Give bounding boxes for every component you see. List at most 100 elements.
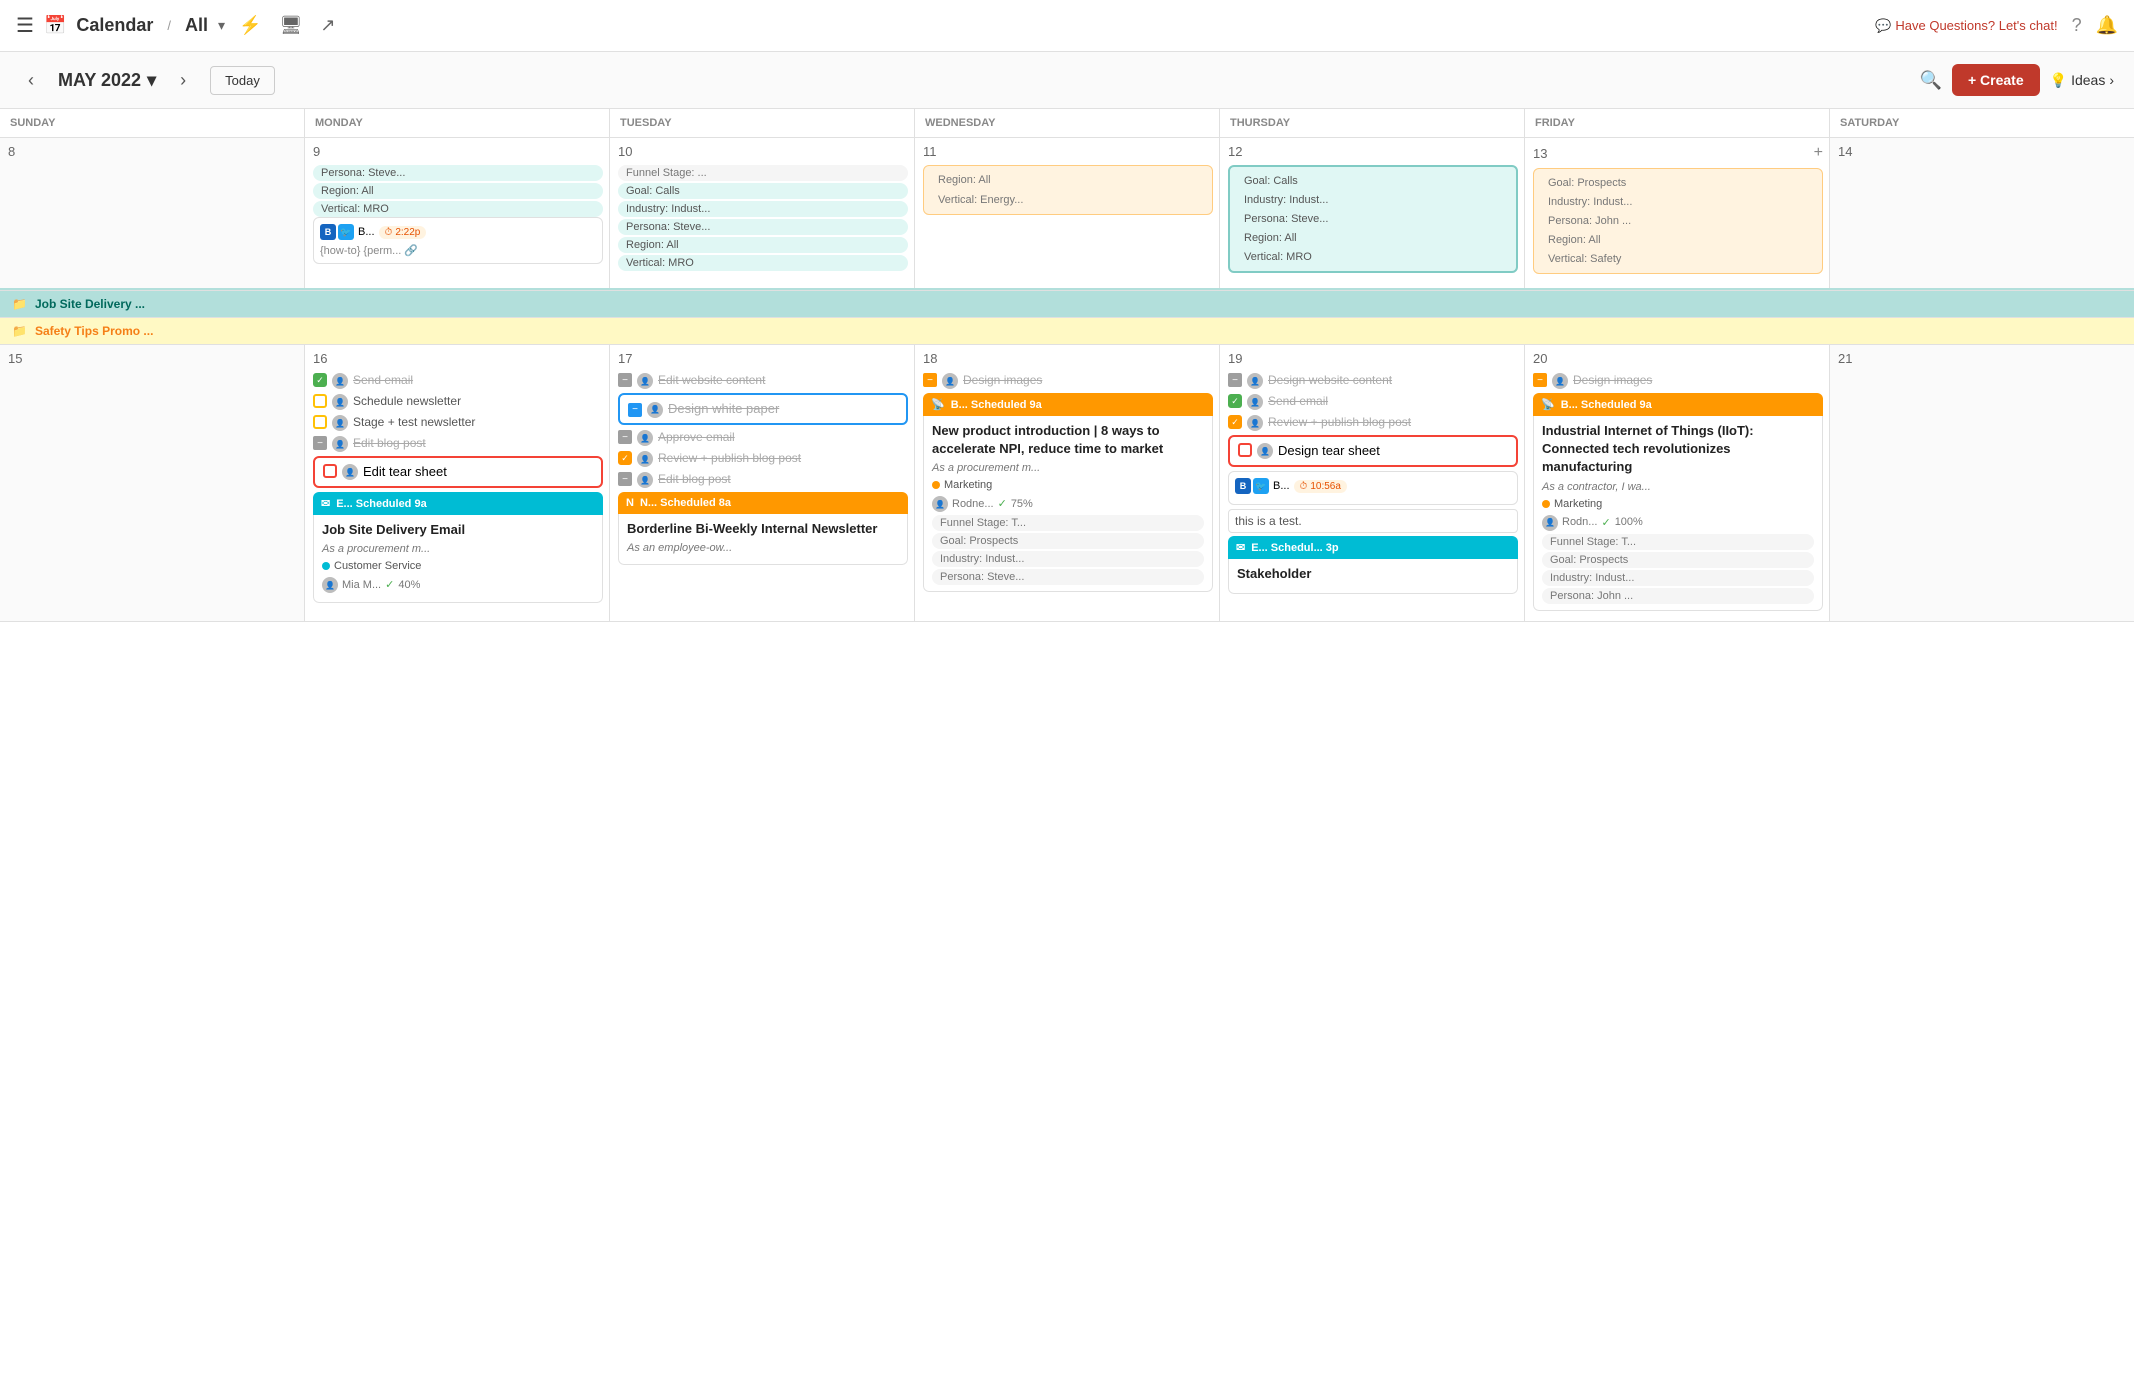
chip-industry12[interactable]: Industry: Indust... [1236, 192, 1510, 208]
task-review19[interactable]: ✓ 👤 Review + publish blog post [1228, 414, 1518, 431]
task-design-images18[interactable]: − 👤 Design images [923, 372, 1213, 389]
scheduled-banner-19[interactable]: ✉ E... Schedul... 3p Stakeholder [1228, 536, 1518, 594]
chip-region-all[interactable]: Region: All [313, 183, 603, 199]
task-check-images20[interactable]: − [1533, 373, 1547, 387]
chip-goal13[interactable]: Goal: Prospects [1540, 175, 1816, 191]
help-button[interactable]: ? [2072, 15, 2082, 36]
chip-industry20[interactable]: Industry: Indust... [1542, 570, 1814, 586]
task-design-images20[interactable]: − 👤 Design images [1533, 372, 1823, 389]
chip-region-all10[interactable]: Region: All [618, 237, 908, 253]
display-button[interactable]: 🖥 [275, 11, 306, 40]
newsletter-card-18[interactable]: 📡 B... Scheduled 9a New product introduc… [923, 393, 1213, 592]
chip-region13[interactable]: Region: All [1540, 232, 1816, 248]
task-check-blog17[interactable]: − [618, 472, 632, 486]
banner-job-site[interactable]: 📁 Job Site Delivery ... [0, 290, 2134, 317]
n-icon-17: N [626, 497, 634, 509]
task-design-website19[interactable]: − 👤 Design website content [1228, 372, 1518, 389]
add-event-13[interactable]: + [1814, 144, 1823, 162]
day-cell-11: 11 Region: All Vertical: Energy... [915, 138, 1220, 288]
chip-persona18[interactable]: Persona: Steve... [932, 569, 1204, 585]
task-check-review17[interactable]: ✓ [618, 451, 632, 465]
task-label-images20: Design images [1573, 372, 1652, 389]
task-check-website[interactable]: − [618, 373, 632, 387]
task-check-design-tear[interactable] [1238, 443, 1252, 457]
task-send-email19[interactable]: ✓ 👤 Send email [1228, 393, 1518, 410]
task-stage-test[interactable]: 👤 Stage + test newsletter [313, 414, 603, 431]
newsletter-card-20[interactable]: 📡 B... Scheduled 9a Industrial Internet … [1533, 393, 1823, 611]
design-tear-sheet-card[interactable]: 👤 Design tear sheet [1228, 435, 1518, 467]
banner-job-site-text: Job Site Delivery ... [35, 297, 145, 311]
edit-tear-sheet-card[interactable]: 👤 Edit tear sheet [313, 456, 603, 488]
task-check-whitepaper[interactable]: − [628, 403, 642, 417]
chip-industry13[interactable]: Industry: Indust... [1540, 194, 1816, 210]
nav-view[interactable]: All [185, 15, 208, 36]
task-edit-blog[interactable]: − 👤 Edit blog post [313, 435, 603, 452]
task-check-review19[interactable]: ✓ [1228, 415, 1242, 429]
task-edit-website[interactable]: − 👤 Edit website content [618, 372, 908, 389]
chip-persona13[interactable]: Persona: John ... [1540, 213, 1816, 229]
task-check-send-email[interactable]: ✓ [313, 373, 327, 387]
task-schedule-newsletter[interactable]: 👤 Schedule newsletter [313, 393, 603, 410]
task-check-approve[interactable]: − [618, 430, 632, 444]
social-card-19[interactable]: B 🐦 B... ⏱ 10:56a [1228, 471, 1518, 505]
chip-goal20[interactable]: Goal: Prospects [1542, 552, 1814, 568]
task-approve-email[interactable]: − 👤 Approve email [618, 429, 908, 446]
chip-vertical-mro10[interactable]: Vertical: MRO [618, 255, 908, 271]
design-white-paper-card[interactable]: − 👤 Design white paper [618, 393, 908, 425]
chip-region12[interactable]: Region: All [1236, 230, 1510, 246]
prev-month-button[interactable]: ‹ [20, 66, 42, 95]
export-button[interactable]: ↗ [316, 11, 339, 40]
chip-persona-steve[interactable]: Persona: Steve... [313, 165, 603, 181]
chip-funnel18[interactable]: Funnel Stage: T... [932, 515, 1204, 531]
chip-industry18[interactable]: Industry: Indust... [932, 551, 1204, 567]
create-button[interactable]: + Create [1952, 64, 2040, 96]
today-button[interactable]: Today [210, 66, 275, 95]
chip-goal12[interactable]: Goal: Calls [1236, 173, 1510, 189]
avatar-nc-16: 👤 [322, 577, 338, 593]
task-send-email[interactable]: ✓ 👤 Send email [313, 372, 603, 389]
chip-industry[interactable]: Industry: Indust... [618, 201, 908, 217]
task-check-schedule[interactable] [313, 394, 327, 408]
ideas-button[interactable]: 💡 Ideas › [2050, 72, 2114, 89]
chip-persona-steve10[interactable]: Persona: Steve... [618, 219, 908, 235]
search-button[interactable]: 🔍 [1920, 70, 1942, 91]
task-check-website19[interactable]: − [1228, 373, 1242, 387]
task-review-blog17[interactable]: ✓ 👤 Review + publish blog post [618, 450, 908, 467]
task-check-tear[interactable] [323, 464, 337, 478]
day13-card[interactable]: Goal: Prospects Industry: Indust... Pers… [1533, 168, 1823, 274]
chip-vertical-mro[interactable]: Vertical: MRO [313, 201, 603, 217]
task-check-stage[interactable] [313, 415, 327, 429]
nav-view-chevron[interactable]: ▾ [218, 17, 225, 34]
task-check-blog[interactable]: − [313, 436, 327, 450]
chip-persona20[interactable]: Persona: John ... [1542, 588, 1814, 604]
month-label: MAY 2022 [58, 70, 141, 91]
task-check-images18[interactable]: − [923, 373, 937, 387]
chip-funnel[interactable]: Funnel Stage: ... [618, 165, 908, 181]
newsletter-card-16[interactable]: ✉ E... Scheduled 9a Job Site Delivery Em… [313, 492, 603, 603]
chip-vertical12[interactable]: Vertical: MRO [1236, 249, 1510, 265]
hamburger-icon[interactable]: ☰ [16, 13, 34, 38]
scheduled-text-19: E... Schedul... 3p [1251, 542, 1338, 554]
filter-button[interactable]: ⚡ [235, 11, 265, 40]
chip-vertical13[interactable]: Vertical: Safety [1540, 251, 1816, 267]
task-check-send19[interactable]: ✓ [1228, 394, 1242, 408]
next-month-button[interactable]: › [172, 66, 194, 95]
day-num-10: 10 [618, 144, 908, 159]
week-row-2: 15 16 ✓ 👤 Send email 👤 Schedule newslett… [0, 345, 2134, 622]
bell-button[interactable]: 🔔 [2096, 15, 2118, 36]
nc-body-18: New product introduction | 8 ways to acc… [923, 416, 1213, 592]
current-month[interactable]: MAY 2022 ▾ [58, 70, 156, 91]
social-card-9[interactable]: B 🐦 B... ⏱ 2:22p {how-to} {perm... 🔗 [313, 217, 603, 264]
day11-card[interactable]: Region: All Vertical: Energy... [923, 165, 1213, 215]
chip-goal18[interactable]: Goal: Prospects [932, 533, 1204, 549]
chip-vertical11[interactable]: Vertical: Energy... [930, 192, 1206, 208]
chip-funnel20[interactable]: Funnel Stage: T... [1542, 534, 1814, 550]
banner-safety-tips[interactable]: 📁 Safety Tips Promo ... [0, 317, 2134, 344]
chat-link[interactable]: 💬 Have Questions? Let's chat! [1875, 18, 2057, 34]
chip-region11[interactable]: Region: All [930, 172, 1206, 188]
day12-card[interactable]: Goal: Calls Industry: Indust... Persona:… [1228, 165, 1518, 273]
chip-persona12[interactable]: Persona: Steve... [1236, 211, 1510, 227]
newsletter-card-17[interactable]: N N... Scheduled 8a Borderline Bi-Weekly… [618, 492, 908, 565]
chip-goal-calls[interactable]: Goal: Calls [618, 183, 908, 199]
task-edit-blog17[interactable]: − 👤 Edit blog post [618, 471, 908, 488]
